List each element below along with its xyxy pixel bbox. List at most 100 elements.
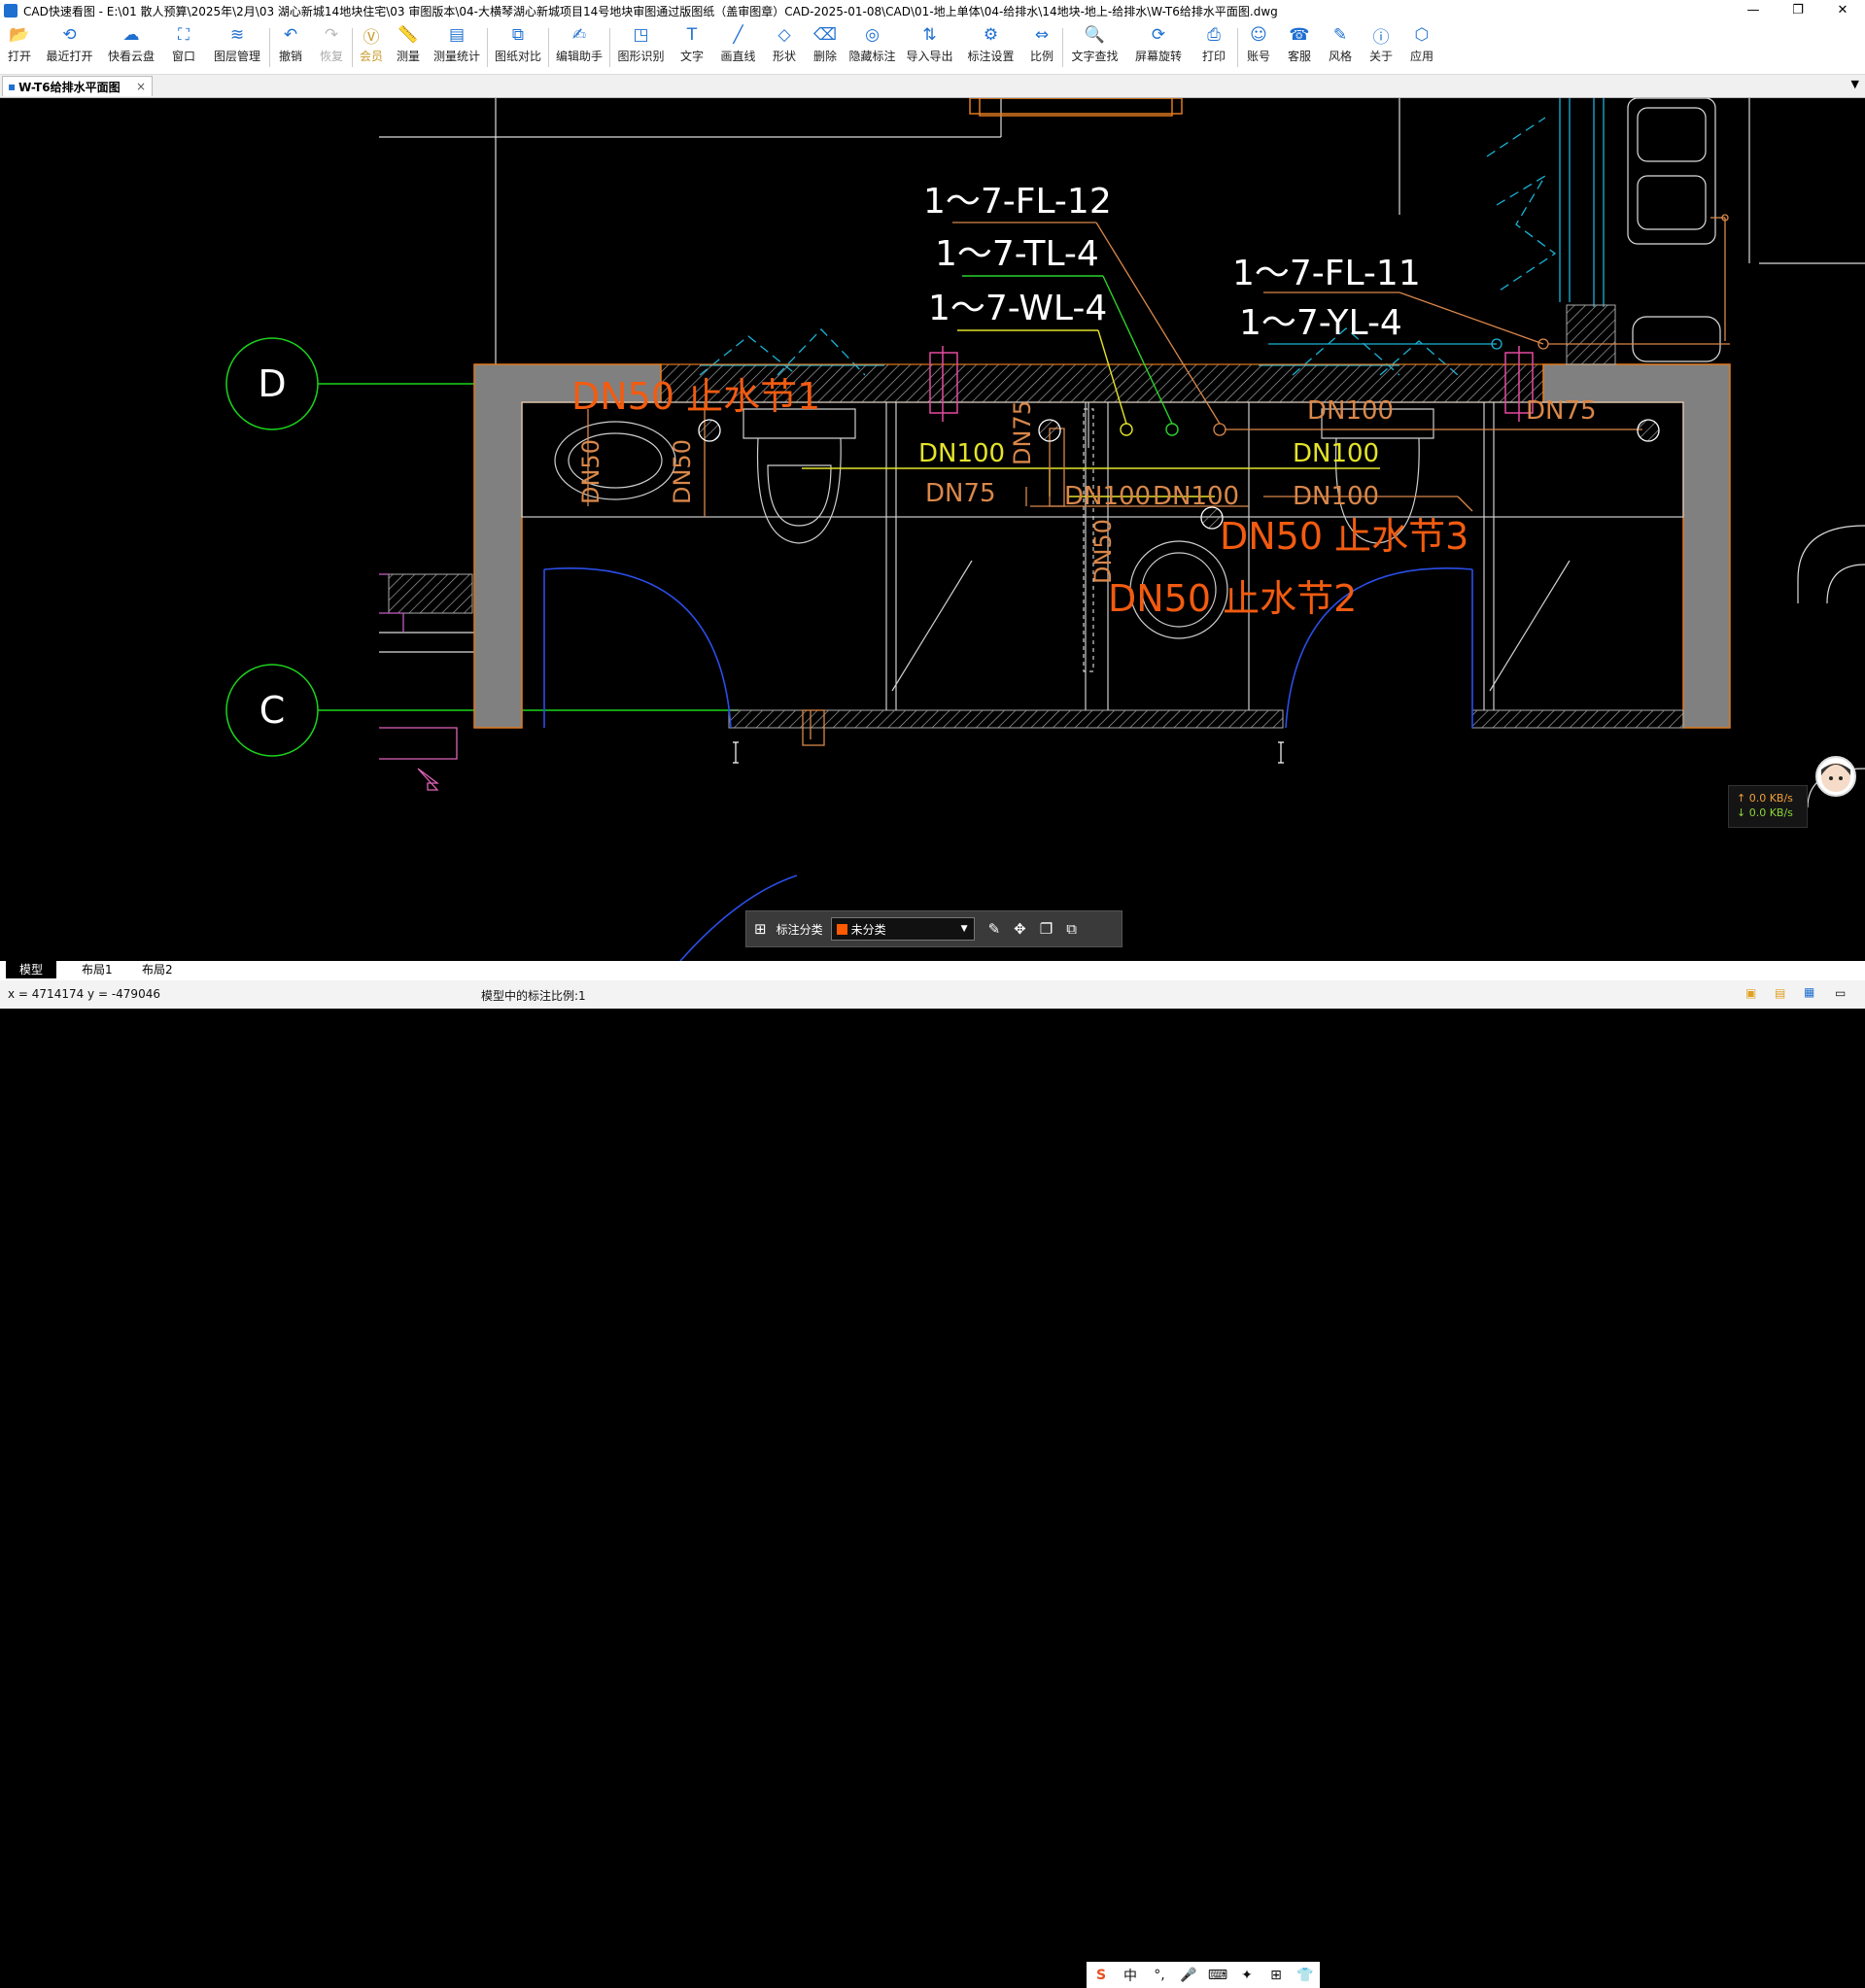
- style-icon: ✎: [1332, 25, 1348, 45]
- scale-icon: ⇔: [1034, 25, 1050, 45]
- label-fl-11: 1～7-FL-11: [1232, 254, 1421, 293]
- label-dn100-c: DN100: [1293, 439, 1379, 468]
- window-title: CAD快速看图 - E:\01 散人预算\2025年\2月\03 湖心新城14地…: [23, 4, 1278, 18]
- toolbar-layers-button[interactable]: ≋ 图层管理: [205, 21, 269, 70]
- grid-icon[interactable]: ⊞: [754, 920, 767, 938]
- toolbox-icon[interactable]: ⊞: [1261, 1968, 1291, 1983]
- toolbar-apps-button[interactable]: ⬡ 应用: [1401, 21, 1442, 70]
- drawing-canvas[interactable]: D C 1～7-FL-12 1～7-TL-4 1～7-WL-4 1～7-FL-1…: [0, 98, 1865, 961]
- layout-tab-1[interactable]: 布局1: [68, 961, 126, 978]
- sogou-logo-icon[interactable]: S: [1087, 1968, 1116, 1983]
- toolbar-annotation-settings-button[interactable]: ⚙ 标注设置: [960, 21, 1021, 70]
- apps-icon: ⬡: [1414, 25, 1430, 45]
- import-export-icon: ⇅: [922, 25, 937, 45]
- close-tab-icon[interactable]: ×: [136, 80, 146, 93]
- avatar-face-icon: [1821, 763, 1850, 792]
- toolbar-label: 图形识别: [617, 50, 665, 63]
- toolbar-redo-button[interactable]: ↷ 恢复: [311, 21, 352, 70]
- toolbar-text-search-button[interactable]: 🔍 文字查找: [1063, 21, 1126, 70]
- tab-list-dropdown-icon[interactable]: ▼: [1851, 78, 1859, 90]
- toolbar-label: 编辑助手: [555, 50, 603, 63]
- toolbar-label: 比例: [1029, 50, 1053, 63]
- toolbar-scale-button[interactable]: ⇔ 比例: [1021, 21, 1062, 70]
- label-dn100-a: DN100: [918, 439, 1005, 468]
- drawing-file-icon: ▪: [8, 80, 17, 93]
- label-dn100-d: DN100: [1064, 482, 1151, 511]
- toolbar-ruler-button[interactable]: 📏 测量: [390, 21, 427, 70]
- toolbar-label: 恢复: [319, 50, 343, 63]
- toolbar-info-button[interactable]: ⓘ 关于: [1361, 21, 1401, 70]
- edit-annotation-icon[interactable]: ✎: [988, 920, 1001, 938]
- assistant-avatar[interactable]: [1815, 756, 1856, 797]
- layout-tab-2[interactable]: 布局2: [128, 961, 187, 978]
- vip-icon: Ⓥ: [363, 27, 380, 48]
- measure-stats-icon: ▤: [448, 25, 466, 45]
- grid-axis-d: D: [258, 362, 286, 405]
- toolbar-label: 文字查找: [1071, 50, 1119, 63]
- text-search-icon: 🔍: [1084, 25, 1106, 45]
- grid-axis-c: C: [259, 689, 286, 732]
- layout-icon[interactable]: ▣: [1745, 986, 1756, 1000]
- shape-icon: ◇: [777, 25, 791, 45]
- maximize-button[interactable]: ❐: [1776, 0, 1820, 21]
- copy-annotation-icon[interactable]: ❐: [1040, 920, 1053, 938]
- chinese-mode-icon[interactable]: 中: [1116, 1966, 1145, 1985]
- toolbar-label: 图层管理: [213, 50, 260, 63]
- toolbar-text-button[interactable]: T 文字: [672, 21, 712, 70]
- toolbar-label: 标注设置: [967, 50, 1015, 63]
- annotation-category-select[interactable]: 未分类 ▼: [830, 917, 975, 941]
- toolbar-print-button[interactable]: ⎙ 打印: [1191, 21, 1237, 70]
- label-fl-12: 1～7-FL-12: [923, 182, 1112, 222]
- toolbar-label: 形状: [772, 50, 796, 63]
- toolbar-account-button[interactable]: ☺ 账号: [1238, 21, 1279, 70]
- toolbar-shape-button[interactable]: ◇ 形状: [764, 21, 805, 70]
- annotation-settings-icon: ⚙: [983, 25, 999, 45]
- label-dn100-f: DN100: [1293, 482, 1379, 511]
- minimize-button[interactable]: —: [1731, 0, 1776, 21]
- toolbar-cloud-button[interactable]: ☁ 快看云盘: [100, 21, 162, 70]
- skin-icon[interactable]: ✦: [1232, 1968, 1261, 1983]
- toolbar-label: 客服: [1287, 50, 1311, 63]
- toolbar-window-button[interactable]: ⛶ 窗口: [162, 21, 205, 70]
- document-tab[interactable]: ▪ W-T6给排水平面图 ×: [2, 76, 153, 96]
- move-annotation-icon[interactable]: ✥: [1014, 920, 1026, 938]
- layout-alt-icon[interactable]: ▤: [1775, 986, 1785, 1000]
- toolbar-recent-button[interactable]: ⟲ 最近打开: [39, 21, 100, 70]
- toolbar-undo-button[interactable]: ↶ 撤销: [270, 21, 311, 70]
- toolbar-rotate-screen-button[interactable]: ⟳ 屏幕旋转: [1126, 21, 1191, 70]
- toolbar-label: 删除: [812, 50, 837, 63]
- close-button[interactable]: ✕: [1820, 0, 1865, 21]
- keyboard-icon[interactable]: ⌨: [1203, 1968, 1232, 1983]
- toolbar-shape-recognize-button[interactable]: ◳ 图形识别: [610, 21, 672, 70]
- toolbar-vip-button[interactable]: Ⓥ 会员: [353, 21, 390, 70]
- paste-annotation-icon[interactable]: ⧉: [1066, 920, 1077, 938]
- shape-recognize-icon: ◳: [633, 25, 649, 45]
- text-icon: T: [686, 25, 698, 45]
- fullscreen-icon[interactable]: ▦: [1804, 985, 1814, 999]
- toolbar-support-button[interactable]: ☎ 客服: [1279, 21, 1320, 70]
- toolbar-eraser-button[interactable]: ⌫ 删除: [805, 21, 846, 70]
- clothes-icon[interactable]: 👕: [1291, 1968, 1320, 1983]
- toolbar-edit-assistant-button[interactable]: ✍ 编辑助手: [549, 21, 609, 70]
- toolbar-line-button[interactable]: ╱ 画直线: [712, 21, 764, 70]
- toolbar-label: 打印: [1201, 50, 1226, 63]
- document-tab-row: ▪ W-T6给排水平面图 × ▼: [0, 75, 1865, 98]
- microphone-icon[interactable]: 🎤: [1174, 1968, 1203, 1983]
- punctuation-icon[interactable]: °,: [1145, 1968, 1174, 1983]
- toolbar-folder-open-button[interactable]: 📂 打开: [0, 21, 39, 70]
- toolbar-import-export-button[interactable]: ⇅ 导入导出: [899, 21, 960, 70]
- print-icon: ⎙: [1207, 25, 1221, 45]
- settings-icon[interactable]: ▭: [1835, 986, 1846, 1000]
- label-yl-4: 1～7-YL-4: [1239, 303, 1402, 343]
- toolbar-style-button[interactable]: ✎ 风格: [1320, 21, 1361, 70]
- layout-tab-0[interactable]: 模型: [6, 961, 57, 978]
- eraser-icon: ⌫: [812, 25, 838, 45]
- toolbar-hide-annotation-button[interactable]: ◎ 隐藏标注: [846, 21, 899, 70]
- label-stop-joint-1: DN50 止水节1: [571, 375, 820, 418]
- toolbar-compare-button[interactable]: ⧉ 图纸对比: [488, 21, 548, 70]
- toolbar-label: 文字: [679, 50, 704, 63]
- toolbar-measure-stats-button[interactable]: ▤ 测量统计: [427, 21, 487, 70]
- info-icon: ⓘ: [1372, 27, 1390, 48]
- toolbar-label: 账号: [1246, 50, 1270, 63]
- annotation-toolbar: ⊞ 标注分类 未分类 ▼ ✎ ✥ ❐ ⧉: [745, 910, 1122, 947]
